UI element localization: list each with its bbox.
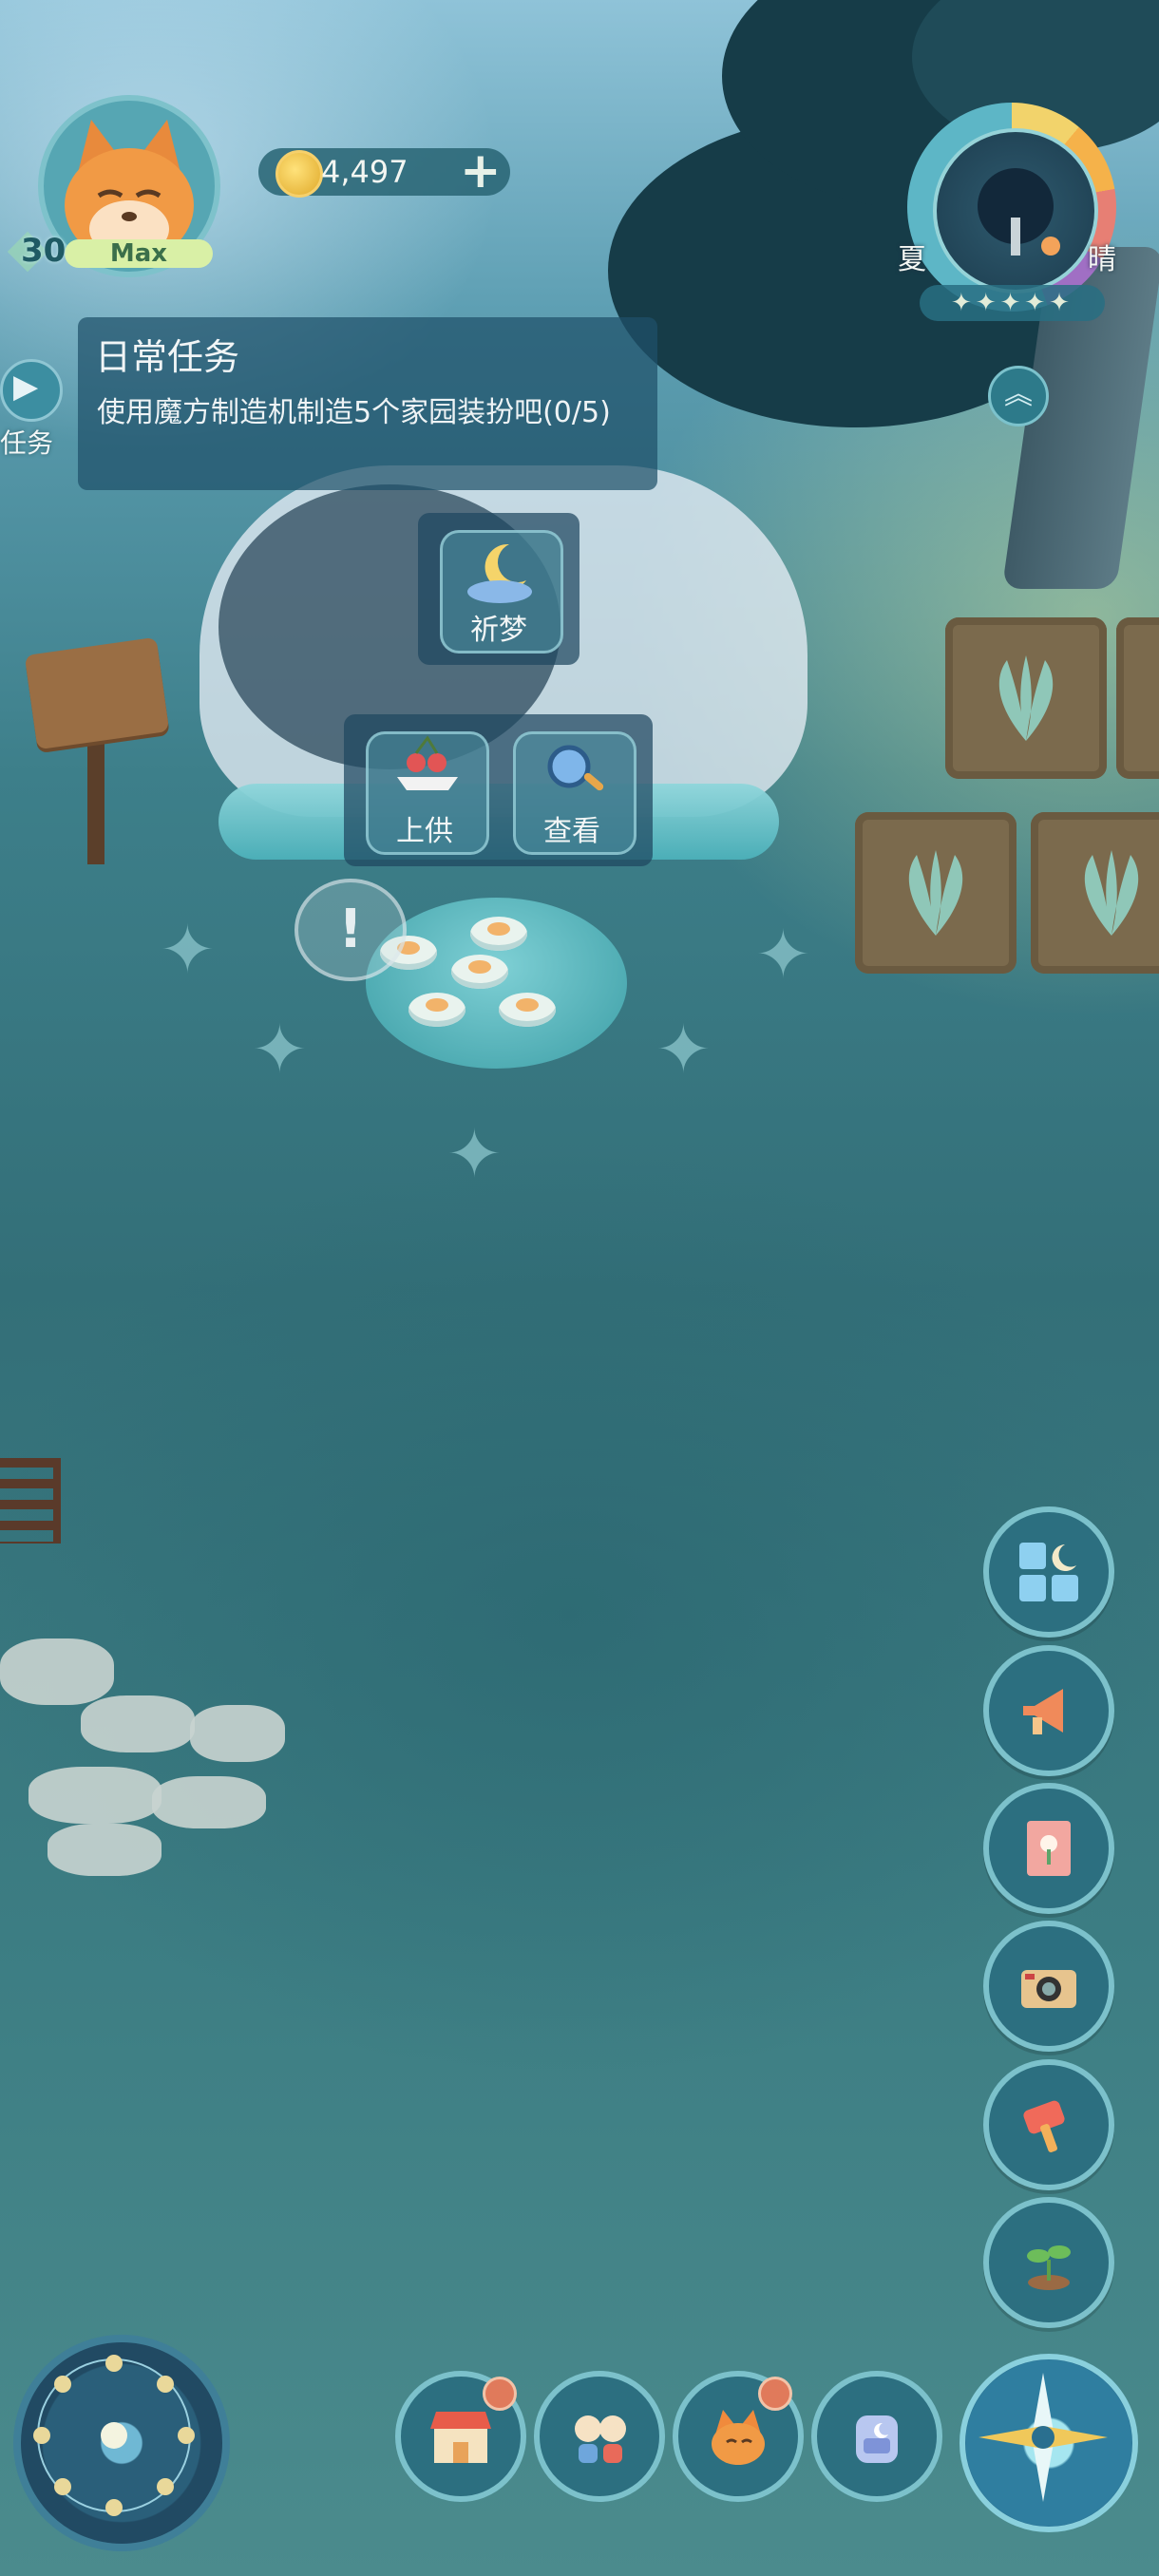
plant-icon bbox=[998, 655, 1054, 741]
shop-icon bbox=[430, 2412, 491, 2463]
star-decoration-icon: ✦ bbox=[160, 911, 216, 989]
tree-scene-icon bbox=[933, 128, 1098, 294]
plant-icon bbox=[1084, 850, 1139, 936]
shop-notification-badge bbox=[483, 2377, 517, 2411]
cherry-offering-icon bbox=[397, 735, 458, 790]
stepping-stone bbox=[28, 1767, 162, 1824]
weather-condition-label: 晴 bbox=[1088, 243, 1116, 276]
level-status: Max bbox=[65, 239, 213, 268]
dream-wheel-button[interactable] bbox=[13, 2335, 230, 2551]
offer-label: 上供 bbox=[396, 815, 453, 848]
hammer-event-icon bbox=[1023, 2100, 1065, 2152]
backpack-icon bbox=[856, 2415, 898, 2463]
signpost bbox=[87, 741, 104, 864]
gold-coin-icon bbox=[276, 150, 323, 198]
character-notification-badge bbox=[758, 2377, 792, 2411]
season-label: 夏 bbox=[898, 243, 926, 276]
player-level: 30 bbox=[21, 232, 66, 270]
offering-dish bbox=[499, 993, 556, 1027]
offering-dish bbox=[408, 993, 466, 1027]
garden-plot[interactable] bbox=[855, 812, 1016, 974]
sprout-icon bbox=[1027, 2245, 1071, 2290]
backpack-button[interactable] bbox=[811, 2371, 942, 2502]
moon-tree-icon bbox=[978, 168, 1060, 256]
event-button[interactable] bbox=[983, 2059, 1114, 2190]
stepping-stone bbox=[48, 1824, 162, 1876]
camera-button[interactable] bbox=[983, 1921, 1114, 2052]
stepping-stone bbox=[152, 1776, 266, 1828]
coin-amount: 4,497 bbox=[321, 154, 408, 190]
stepping-stone bbox=[81, 1695, 195, 1752]
friends-button[interactable] bbox=[534, 2371, 665, 2502]
flower-book-icon bbox=[1027, 1821, 1071, 1876]
garden-plot[interactable] bbox=[1031, 812, 1159, 974]
daily-task-description: 使用魔方制造机制造5个家园装扮吧(0/5) bbox=[97, 396, 611, 429]
stepping-stone bbox=[190, 1705, 285, 1762]
announcement-button[interactable] bbox=[983, 1645, 1114, 1776]
moon-phase-wheel-icon bbox=[33, 2355, 195, 2516]
star-decoration-icon: ✦ bbox=[252, 1011, 308, 1089]
compass-icon bbox=[978, 2373, 1108, 2502]
compass-button[interactable] bbox=[960, 2354, 1138, 2532]
stepping-stone bbox=[0, 1638, 114, 1705]
signpost-board[interactable] bbox=[24, 636, 170, 750]
chevron-right-icon: ▶ bbox=[13, 368, 39, 406]
inspect-label: 查看 bbox=[543, 815, 600, 848]
fence bbox=[0, 1458, 61, 1544]
pray-label: 祈梦 bbox=[470, 614, 527, 647]
task-tab-label[interactable]: 任务 bbox=[0, 423, 53, 461]
daily-task-title: 日常任务 bbox=[95, 336, 240, 378]
megaphone-icon bbox=[1023, 1689, 1063, 1734]
offering-dish bbox=[451, 955, 508, 989]
star-decoration-icon: ✦ bbox=[755, 916, 811, 994]
plant-icon bbox=[908, 850, 963, 936]
moon-cloud-icon bbox=[467, 543, 532, 603]
alert-marker[interactable]: ! bbox=[294, 879, 407, 981]
expand-chevron-up-button[interactable]: ︽ bbox=[988, 366, 1049, 426]
add-coins-button[interactable]: + bbox=[460, 144, 502, 198]
handbook-button[interactable] bbox=[983, 1783, 1114, 1914]
star-decoration-icon: ✦ bbox=[656, 1011, 712, 1089]
weather-stars: ✦✦✦✦✦ bbox=[920, 285, 1105, 321]
catalog-button[interactable] bbox=[983, 1506, 1114, 1638]
plant-button[interactable] bbox=[983, 2197, 1114, 2328]
star-decoration-icon: ✦ bbox=[446, 1115, 503, 1193]
magnifier-icon bbox=[547, 745, 604, 791]
friends-icon bbox=[575, 2415, 626, 2463]
offering-dish bbox=[470, 917, 527, 951]
camera-icon bbox=[1021, 1970, 1076, 2008]
blocks-moon-icon bbox=[1019, 1543, 1078, 1601]
fox-icon bbox=[712, 2410, 765, 2465]
garden-plot[interactable] bbox=[945, 617, 1107, 779]
garden-plot[interactable] bbox=[1116, 617, 1159, 779]
